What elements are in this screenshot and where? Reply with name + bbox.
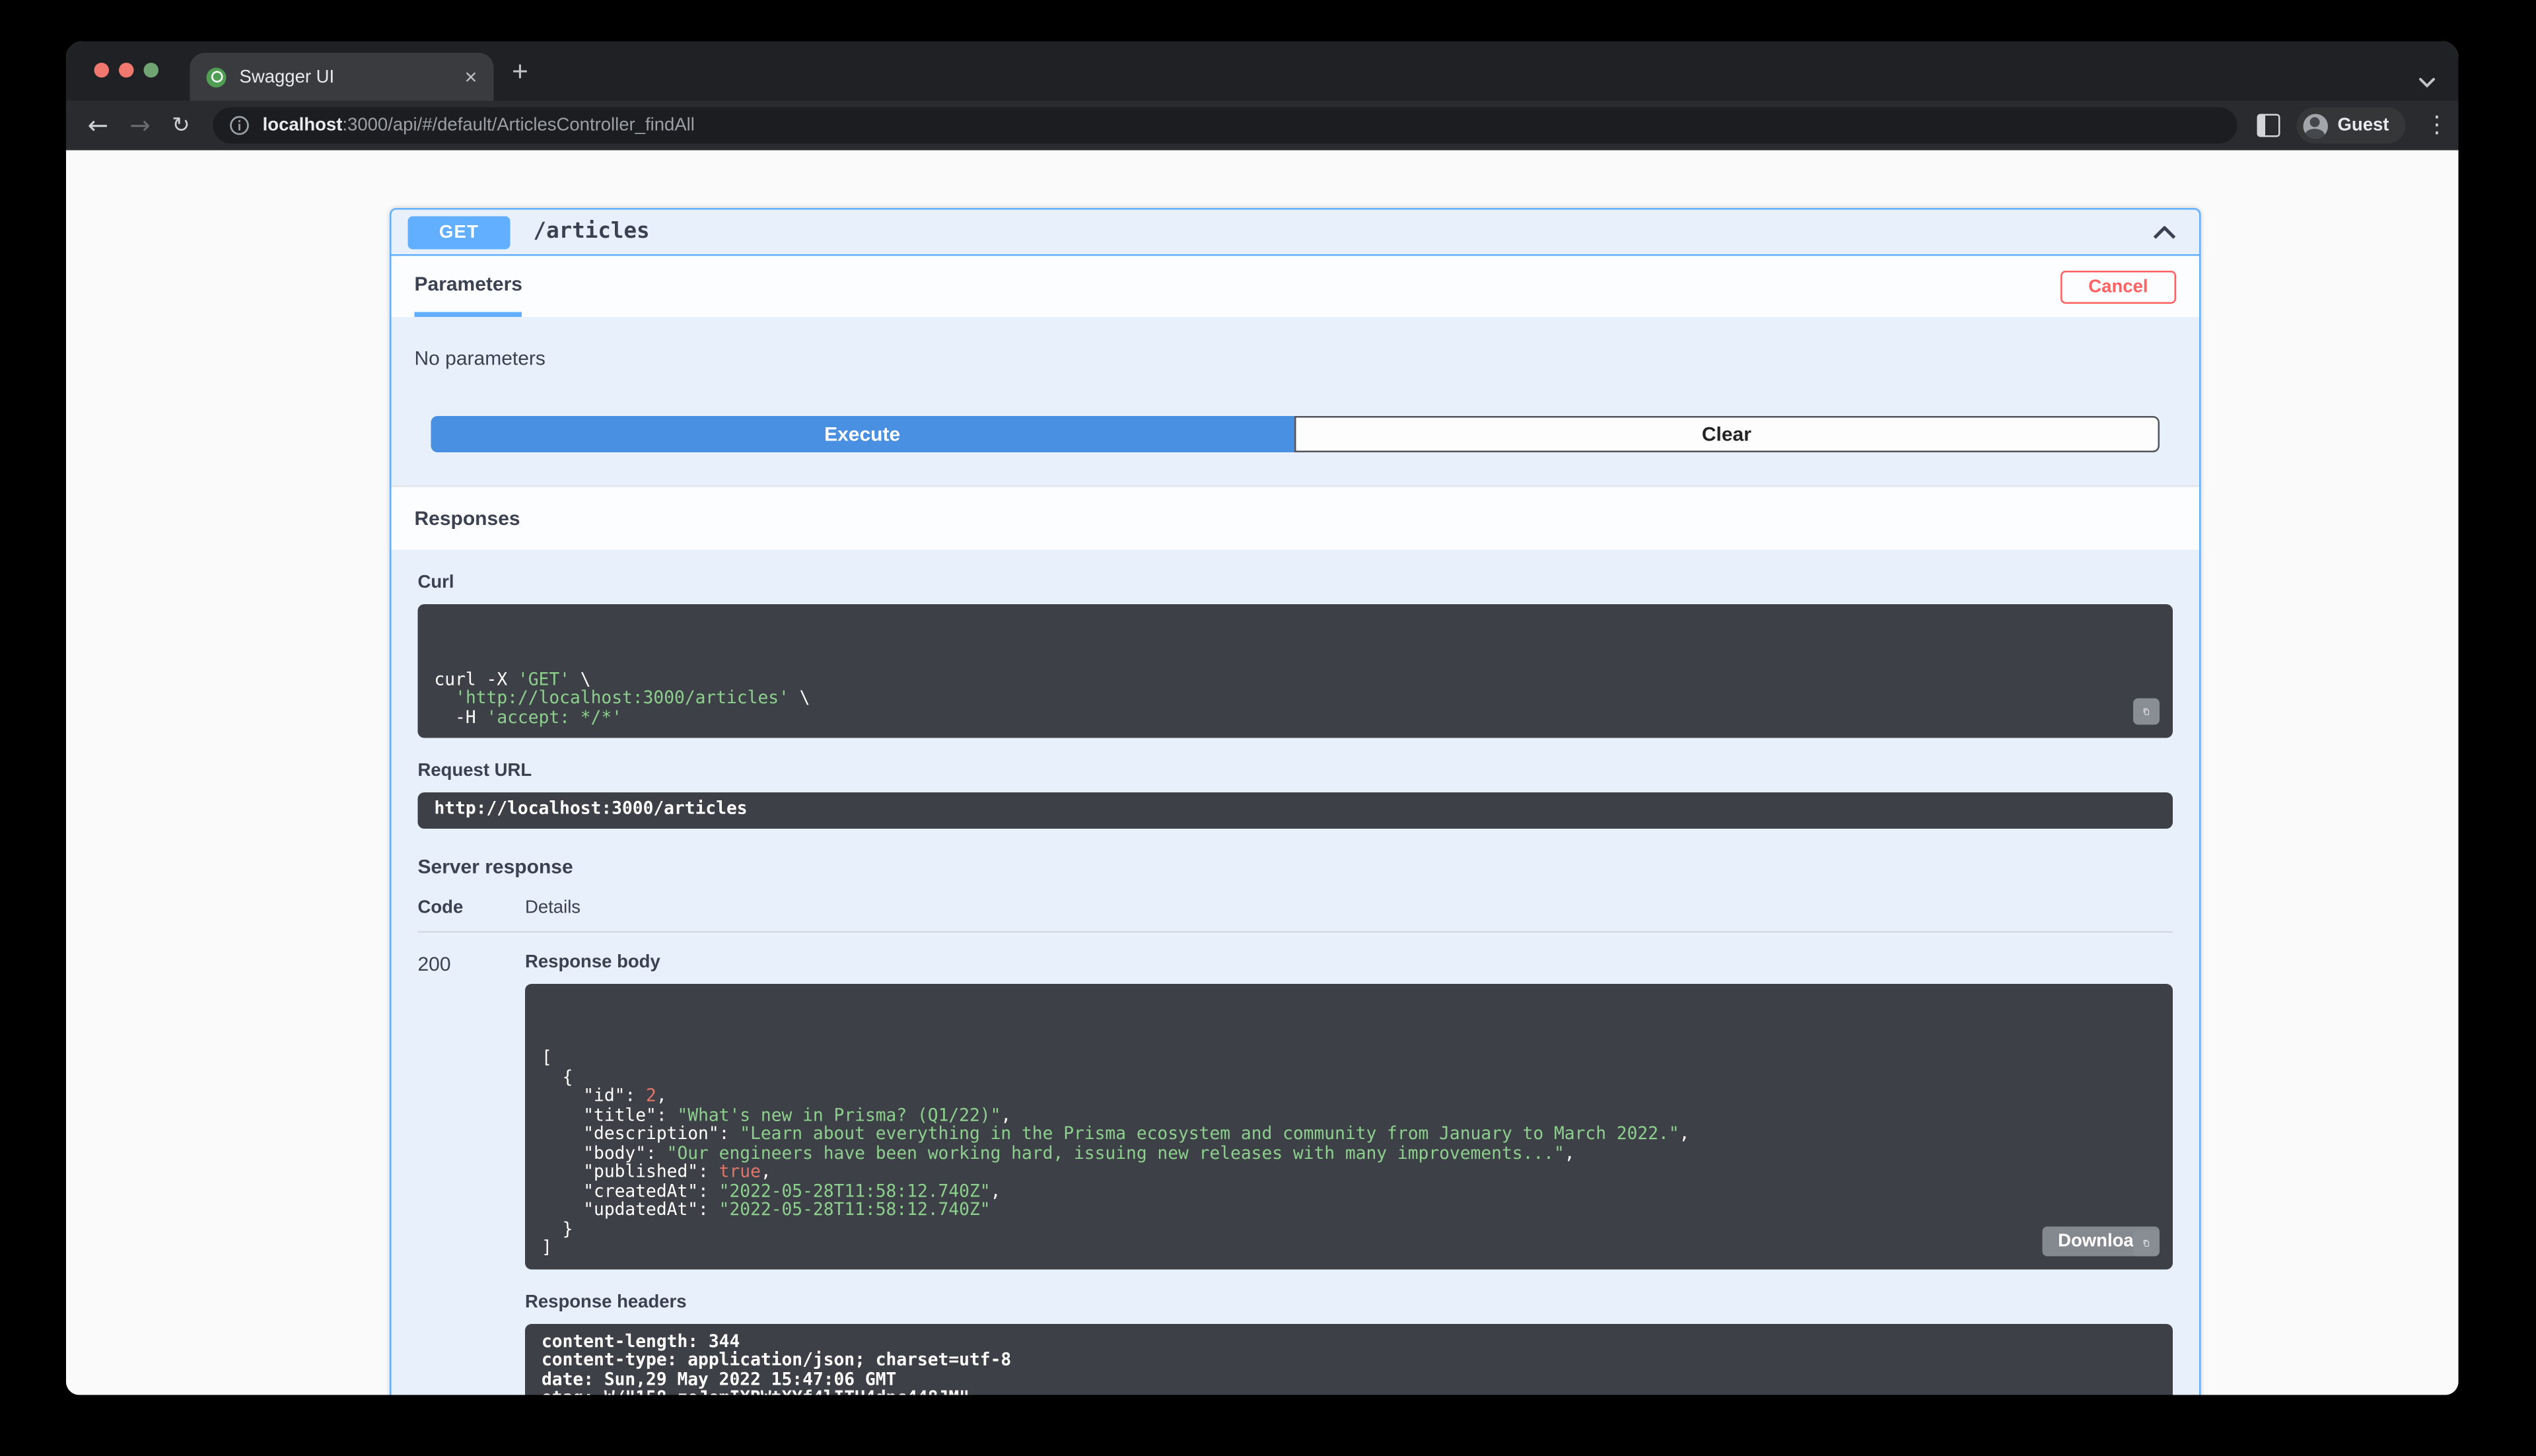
responses-title: Responses [414, 506, 520, 530]
method-badge: GET [407, 215, 511, 249]
clipboard-icon [2143, 708, 2149, 715]
window-controls [94, 63, 158, 78]
server-response-label: Server response [417, 854, 573, 878]
url-path: :3000/api/#/default/ArticlesController_f… [342, 116, 695, 135]
opblock-get-articles: GET /articles Parameters Cancel No param… [390, 208, 2201, 1395]
parameters-title: Parameters [414, 272, 522, 296]
browser-window: Swagger UI × + ← → ↻ localhost:3000/api/… [66, 41, 2459, 1395]
side-panel-icon[interactable] [2257, 114, 2280, 137]
copy-response-button[interactable] [2133, 1229, 2160, 1256]
code-column-header: Code [417, 897, 464, 917]
cancel-button[interactable]: Cancel [2060, 269, 2176, 303]
new-tab-button[interactable]: + [512, 58, 528, 87]
request-url-label: Request URL [417, 761, 532, 781]
close-tab-icon[interactable]: × [465, 66, 477, 88]
browser-toolbar: ← → ↻ localhost:3000/api/#/default/Artic… [66, 100, 2459, 151]
response-body-label: Response body [525, 952, 660, 972]
tab-overflow-chevron-icon[interactable] [2419, 66, 2436, 96]
profile-chip[interactable]: Guest [2296, 107, 2406, 144]
execute-button[interactable]: Execute [431, 416, 1294, 452]
tab-parameters[interactable]: Parameters [414, 256, 522, 317]
divider [417, 930, 2173, 932]
address-bar[interactable]: localhost:3000/api/#/default/ArticlesCon… [213, 107, 2237, 144]
execute-row: Execute Clear [431, 416, 2160, 452]
window-zoom-button[interactable] [143, 63, 158, 78]
no-parameters-text: No parameters [414, 347, 546, 370]
tab-title: Swagger UI [239, 67, 335, 87]
opblock-summary[interactable]: GET /articles [391, 210, 2199, 256]
profile-label: Guest [2337, 116, 2389, 135]
server-response-row: 200 Response body [ { "id": 2, "title": … [418, 952, 2173, 1395]
back-icon[interactable]: ← [88, 112, 108, 138]
swagger-favicon-icon [206, 67, 227, 87]
window-minimize-button[interactable] [119, 63, 134, 78]
window-close-button[interactable] [94, 63, 109, 78]
copy-curl-button[interactable] [2133, 698, 2160, 725]
browser-tab-swagger-ui[interactable]: Swagger UI × [190, 53, 494, 101]
avatar-icon [2303, 113, 2328, 138]
responses-body: Curl curl -X 'GET' \ 'http://localhost:3… [392, 550, 2200, 1395]
clipboard-icon [2143, 1239, 2149, 1246]
forward-icon[interactable]: → [129, 112, 150, 138]
reload-icon[interactable]: ↻ [172, 113, 190, 138]
curl-command: curl -X 'GET' \ 'http://localhost:3000/a… [417, 604, 2173, 738]
swagger-page: GET /articles Parameters Cancel No param… [66, 150, 2459, 1395]
response-headers-block: content-length: 344 content-type: applica… [525, 1323, 2173, 1395]
request-url-value: http://localhost:3000/articles [417, 792, 2173, 828]
browser-menu-icon[interactable]: ⋮ [2426, 112, 2449, 139]
server-response-table-header: Code Details [418, 897, 2173, 917]
parameters-header: Parameters Cancel [391, 256, 2199, 317]
details-column-header: Details [525, 897, 581, 917]
collapse-chevron-icon[interactable] [2153, 225, 2183, 238]
response-body-json: [ { "id": 2, "title": "What's new in Pri… [525, 983, 2173, 1269]
screenshot-stage: Swagger UI × + ← → ↻ localhost:3000/api/… [0, 0, 2536, 1456]
response-details: Response body [ { "id": 2, "title": "Wha… [525, 952, 2173, 1395]
response-headers-label: Response headers [525, 1292, 687, 1312]
curl-label: Curl [417, 572, 454, 593]
status-code: 200 [417, 952, 451, 975]
site-info-icon[interactable] [230, 116, 250, 135]
url-text: localhost:3000/api/#/default/ArticlesCon… [263, 116, 695, 135]
endpoint-path: /articles [533, 219, 650, 245]
try-it-out-section: No parameters Execute Clear [392, 317, 2200, 485]
responses-header: Responses [391, 485, 2199, 550]
tab-strip: Swagger UI × + [66, 41, 2459, 101]
url-host: localhost [262, 116, 343, 135]
clear-button[interactable]: Clear [1293, 416, 2160, 452]
